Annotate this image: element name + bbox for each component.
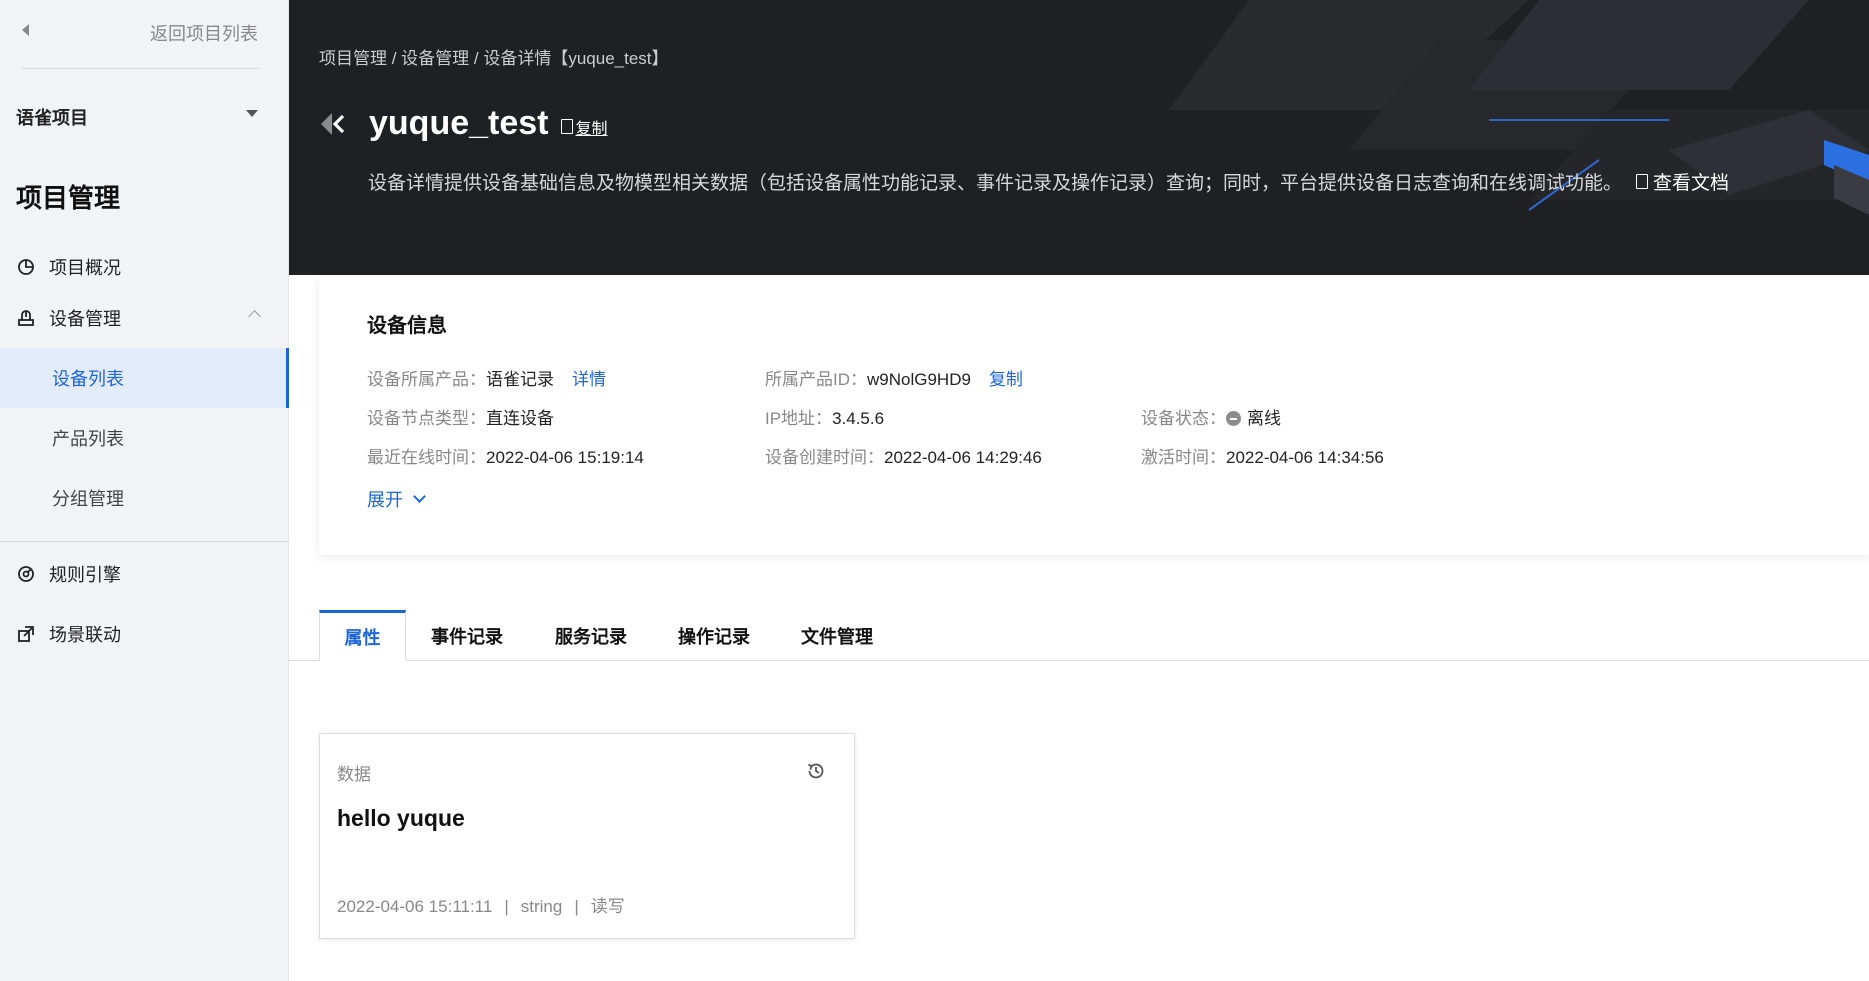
field-value: 直连设备 [486, 409, 554, 428]
field-key: 设备创建时间： [765, 448, 884, 467]
nav-item-rule-engine[interactable]: 规则引擎 [0, 544, 289, 604]
header-decoration [1169, 0, 1869, 215]
nav-label: 项目概况 [49, 258, 121, 278]
project-select[interactable]: 语雀项目 [16, 104, 260, 128]
nav-item-scene-linkage[interactable]: 场景联动 [0, 604, 289, 664]
sub-label: 设备列表 [52, 369, 124, 389]
tab-service-records[interactable]: 服务记录 [539, 610, 643, 661]
property-meta: 2022-04-06 15:11:11 | string | 读写 [337, 892, 625, 917]
property-card: 数据 hello yuque 2022-04-06 15:11:11 | strin… [319, 733, 855, 939]
field-created: 设备创建时间：2022-04-06 14:29:46 [765, 443, 1042, 468]
property-type: string [520, 897, 563, 916]
property-access: 读写 [590, 897, 625, 916]
sub-label: 产品列表 [52, 429, 124, 449]
back-arrow-icon [22, 24, 29, 36]
title-row: yuque_test 复制 [319, 104, 608, 143]
copy-product-id-link[interactable]: 复制 [989, 370, 1023, 389]
field-value: 语雀记录 [486, 370, 554, 389]
field-value: 2022-04-06 14:29:46 [884, 448, 1042, 467]
field-key: 最近在线时间： [367, 448, 486, 467]
field-key: 设备节点类型： [367, 409, 486, 428]
section-title: 项目管理 [16, 183, 121, 213]
separator: | [504, 897, 509, 916]
property-label: 数据 [337, 765, 371, 784]
page-description: 设备详情提供设备基础信息及物模型相关数据（包括设备属性功能记录、事件记录及操作记… [368, 168, 1729, 195]
field-key: IP地址： [765, 409, 833, 428]
tab-properties[interactable]: 属性 [319, 610, 406, 661]
back-to-project-list[interactable]: 返回项目列表 [0, 0, 289, 68]
card-title: 设备信息 [367, 315, 447, 337]
field-value: 2022-04-06 14:34:56 [1226, 448, 1384, 467]
chevron-down-icon [413, 490, 426, 503]
copy-label: 复制 [575, 120, 608, 138]
pie-chart-icon [16, 257, 36, 277]
field-last-online: 最近在线时间：2022-04-06 15:19:14 [367, 443, 644, 468]
doc-label: 查看文档 [1653, 173, 1730, 194]
field-value: 2022-04-06 15:19:14 [486, 448, 644, 467]
view-docs-link[interactable]: 查看文档 [1636, 168, 1729, 195]
nav-label: 设备管理 [49, 309, 121, 329]
field-value: 3.4.5.6 [832, 409, 885, 428]
caret-down-icon [246, 110, 258, 117]
field-key: 所属产品ID： [765, 370, 867, 389]
back-label[interactable]: 返回项目列表 [150, 20, 258, 46]
copy-name-link[interactable]: 复制 [560, 115, 608, 139]
property-timestamp: 2022-04-06 15:11:11 [337, 897, 493, 916]
tab-operation-records[interactable]: 操作记录 [662, 610, 766, 661]
device-icon [16, 308, 36, 328]
product-detail-link[interactable]: 详情 [572, 370, 606, 389]
tab-bar: 属性 事件记录 服务记录 操作记录 文件管理 [289, 610, 1869, 661]
field-product-id: 所属产品ID：w9NolG9HD9 复制 [765, 365, 1023, 390]
field-key: 设备所属产品： [367, 370, 486, 389]
history-icon[interactable] [806, 761, 826, 781]
expand-button[interactable]: 展开 [367, 486, 426, 512]
field-status: 设备状态： 离线 [1141, 404, 1281, 429]
field-ip: IP地址：3.4.5.6 [765, 404, 884, 429]
project-name: 语雀项目 [16, 108, 88, 128]
field-key: 激活时间： [1141, 448, 1226, 467]
device-info-card: 设备信息 设备所属产品：语雀记录 详情 所属产品ID：w9NolG9HD9 复制 设… [319, 275, 1869, 555]
sidebar: 返回项目列表 语雀项目 项目管理 项目概况 设备管理 设备列表 产品列表 分组管… [0, 0, 289, 981]
expand-label: 展开 [367, 490, 403, 510]
tab-event-records[interactable]: 事件记录 [415, 610, 519, 661]
field-key: 设备状态： [1141, 409, 1226, 428]
link-icon [16, 624, 36, 644]
sub-label: 分组管理 [52, 489, 124, 509]
sidebar-item-product-list[interactable]: 产品列表 [0, 408, 289, 468]
field-value: w9NolG9HD9 [867, 370, 971, 389]
property-value: hello yuque [337, 805, 465, 831]
sidebar-item-group-management[interactable]: 分组管理 [0, 468, 289, 528]
divider [22, 68, 259, 69]
page-title: yuque_test [369, 104, 549, 142]
nav-label: 规则引擎 [49, 565, 121, 585]
tab-file-management[interactable]: 文件管理 [785, 610, 889, 661]
nav-item-device-management[interactable]: 设备管理 [0, 288, 289, 348]
field-product: 设备所属产品：语雀记录 详情 [367, 365, 606, 390]
back-chevron-icon[interactable] [319, 109, 349, 139]
status-badge: 离线 [1247, 409, 1281, 428]
nav-label: 场景联动 [49, 625, 121, 645]
page-header: 项目管理 / 设备管理 / 设备详情【yuque_test】 yuque_tes… [289, 0, 1869, 275]
divider [0, 541, 289, 542]
field-node-type: 设备节点类型：直连设备 [367, 404, 554, 429]
separator: | [574, 897, 579, 916]
sidebar-item-device-list[interactable]: 设备列表 [0, 348, 289, 408]
description-text: 设备详情提供设备基础信息及物模型相关数据（包括设备属性功能记录、事件记录及操作记… [368, 173, 1623, 194]
field-activated: 激活时间：2022-04-06 14:34:56 [1141, 443, 1384, 468]
copy-icon [560, 119, 573, 134]
rule-icon [16, 564, 36, 584]
breadcrumb: 项目管理 / 设备管理 / 设备详情【yuque_test】 [319, 49, 669, 68]
offline-status-icon [1226, 411, 1241, 426]
chevron-up-icon [248, 310, 261, 323]
document-icon [1636, 174, 1649, 189]
